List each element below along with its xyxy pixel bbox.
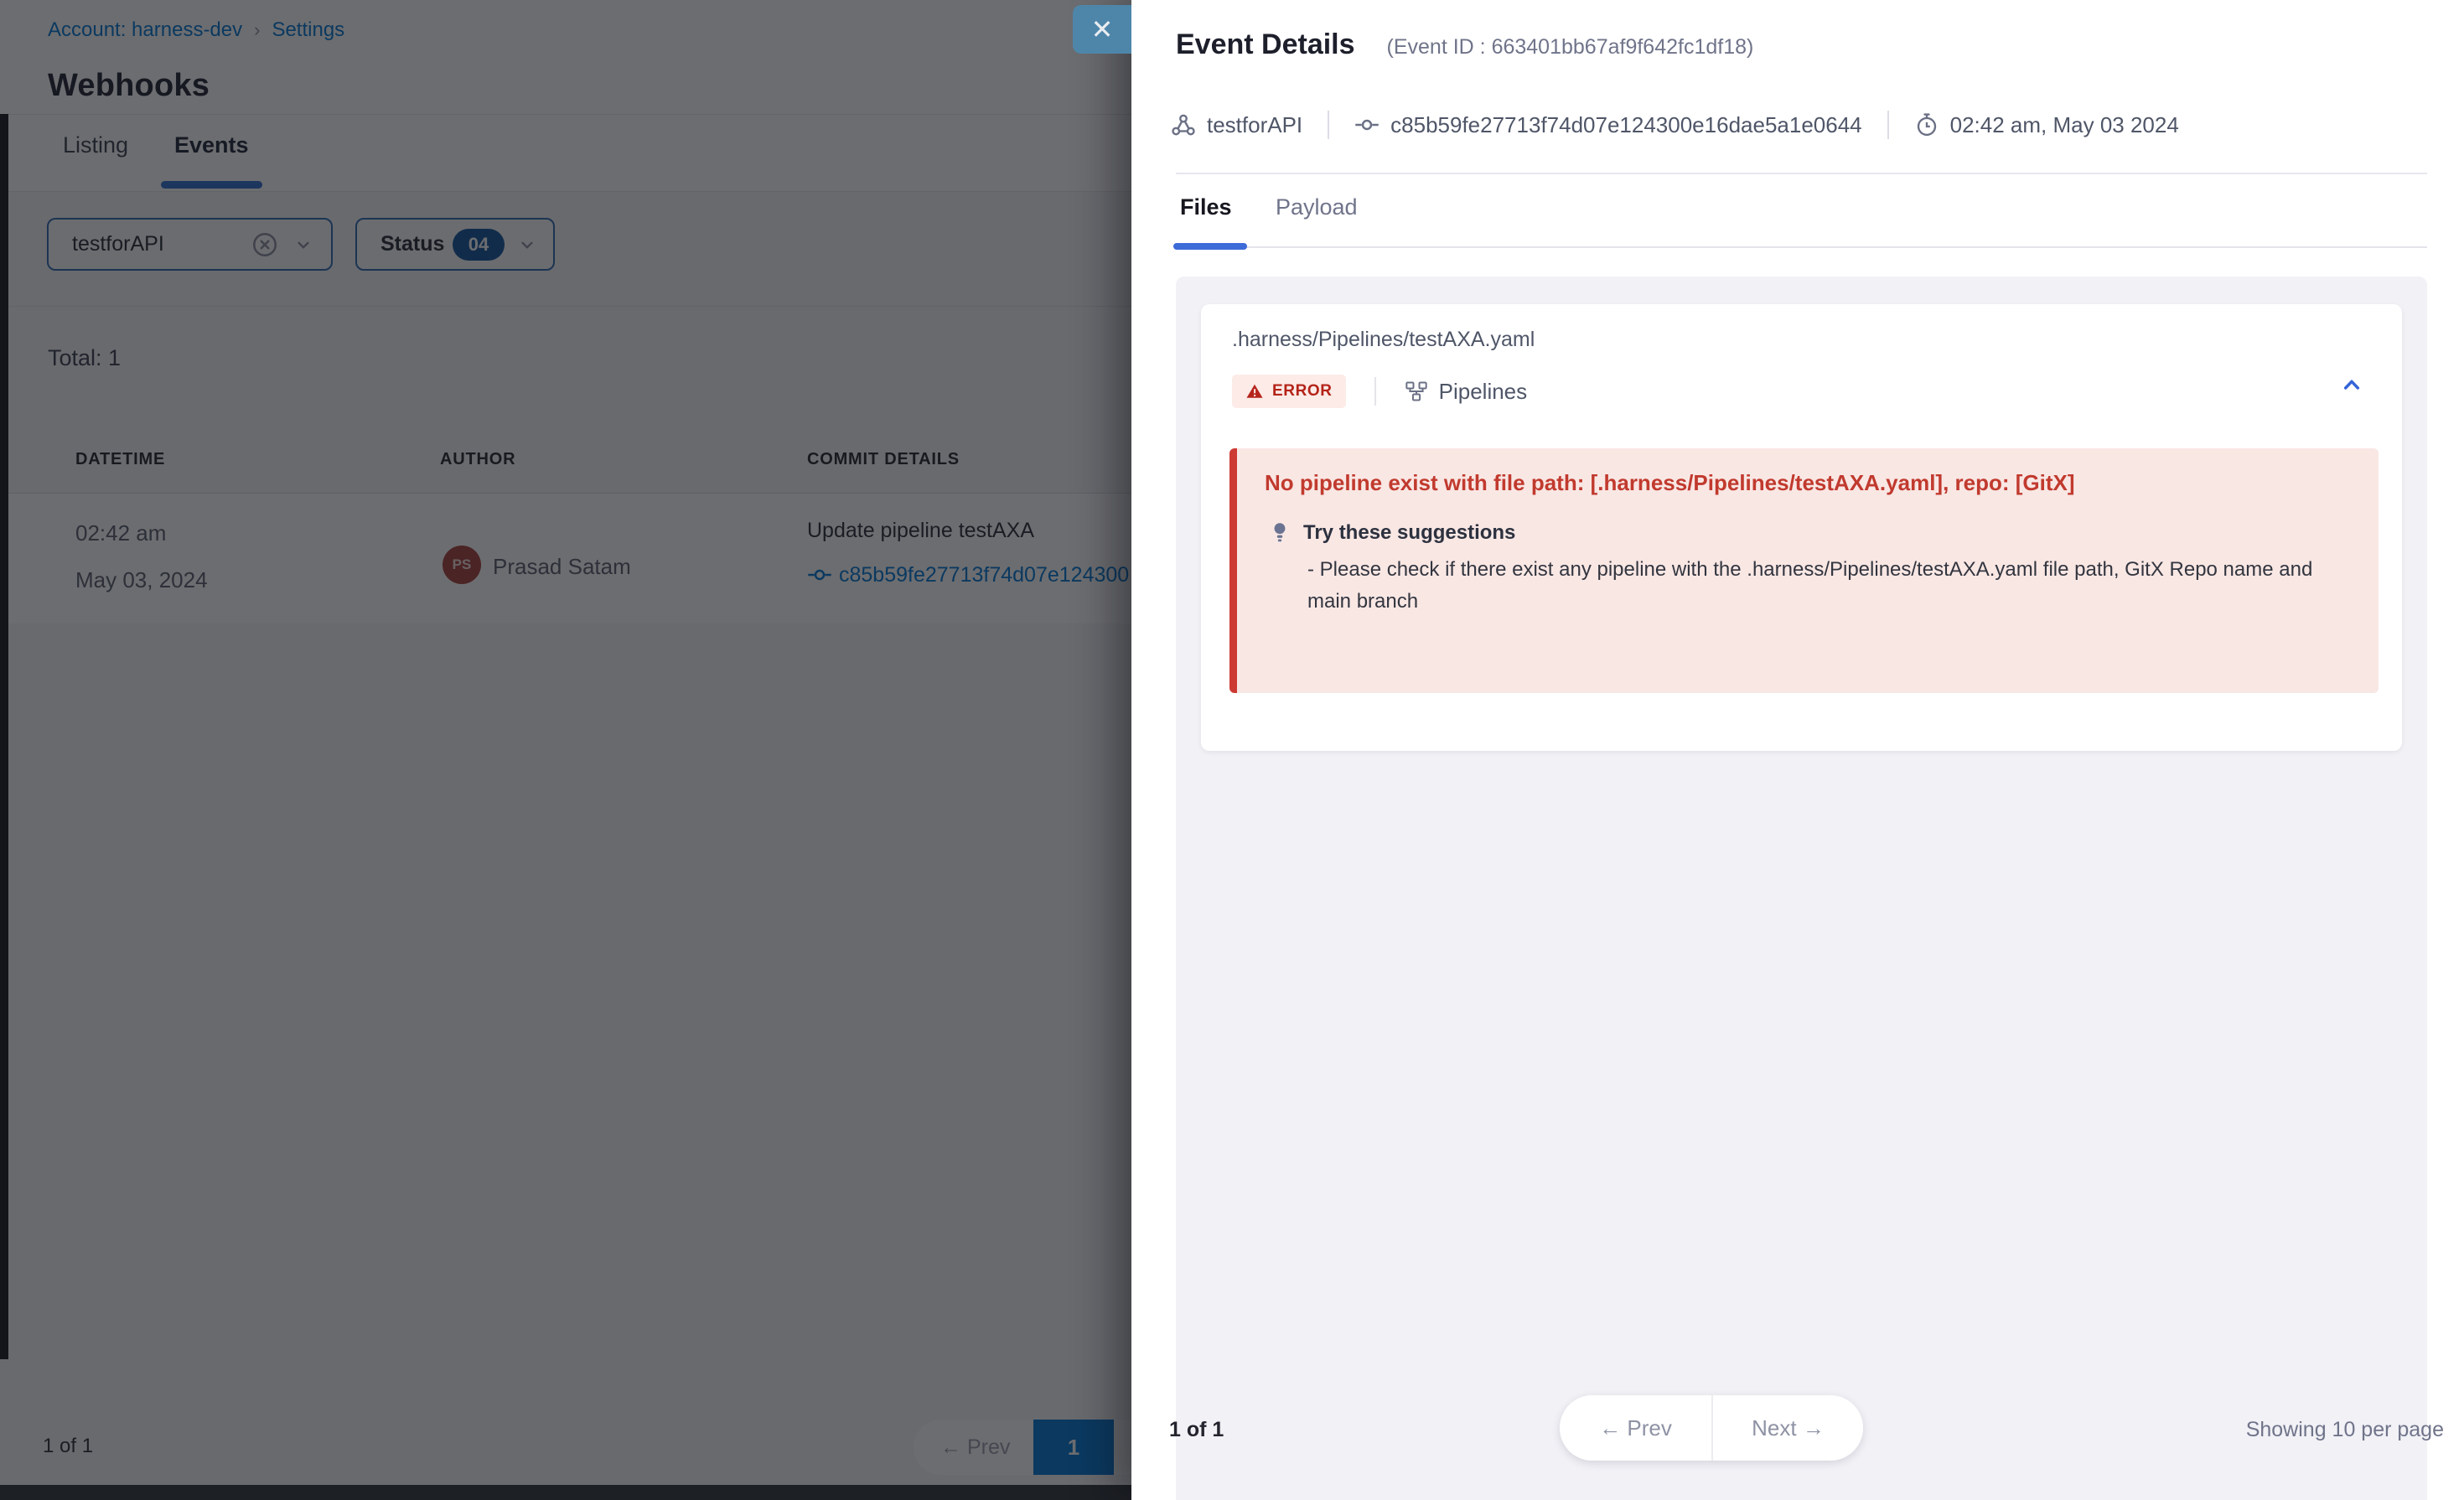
- drawer-prev-button[interactable]: ← Prev: [1560, 1395, 1711, 1461]
- drawer-backdrop[interactable]: [0, 0, 1131, 1500]
- webhook-name: testforAPI: [1207, 112, 1302, 138]
- entity-info: Pipelines: [1405, 379, 1528, 405]
- drawer-header: Event Details (Event ID : 663401bb67af9f…: [1176, 28, 1753, 61]
- drawer-tabs-divider: [1176, 246, 2427, 248]
- suggestions-header: Try these suggestions: [1269, 520, 1515, 546]
- meta-divider: [1887, 111, 1889, 139]
- file-status-row: ERROR Pipelines: [1232, 375, 1527, 408]
- drawer-page-count: 1 of 1: [1169, 1418, 1224, 1442]
- event-id: (Event ID : 663401bb67af9f642fc1df18): [1387, 35, 1754, 59]
- warning-triangle-icon: [1245, 382, 1264, 401]
- event-commit-hash: c85b59fe27713f74d07e124300e16dae5a1e0644: [1390, 112, 1861, 138]
- collapse-card-button[interactable]: [2335, 368, 2368, 401]
- drawer-pagination-group: ← Prev Next →: [1560, 1395, 1863, 1461]
- chevron-up-icon: [2338, 371, 2365, 398]
- error-status-badge: ERROR: [1232, 375, 1346, 408]
- pipeline-icon: [1405, 380, 1428, 403]
- event-details-drawer: ✕ Event Details (Event ID : 663401bb67af…: [1131, 0, 2464, 1500]
- event-meta-row: testforAPI c85b59fe27713f74d07e124300e16…: [1171, 106, 2179, 144]
- lightbulb-icon: [1269, 520, 1291, 546]
- tab-payload[interactable]: Payload: [1276, 194, 1358, 220]
- entity-label: Pipelines: [1439, 379, 1528, 405]
- webhooks-screen: Account: harness-dev › Settings Webhooks…: [0, 0, 2464, 1500]
- commit-meta: c85b59fe27713f74d07e124300e16dae5a1e0644: [1354, 112, 1861, 138]
- file-path: .harness/Pipelines/testAXA.yaml: [1232, 328, 1535, 352]
- error-status-label: ERROR: [1272, 382, 1333, 401]
- webhook-meta: testforAPI: [1171, 112, 1302, 138]
- clock-icon: [1914, 112, 1939, 137]
- per-page-info: Showing 10 per page: [2246, 1418, 2444, 1442]
- drawer-next-button[interactable]: Next →: [1711, 1395, 1863, 1461]
- tab-files[interactable]: Files: [1180, 194, 1232, 220]
- error-headline: No pipeline exist with file path: [.harn…: [1265, 470, 2075, 496]
- close-drawer-button[interactable]: ✕: [1073, 5, 1131, 54]
- files-panel: .harness/Pipelines/testAXA.yaml ERROR Pi: [1176, 277, 2427, 1500]
- webhook-icon: [1171, 112, 1196, 137]
- timestamp-meta: 02:42 am, May 03 2024: [1914, 112, 2179, 138]
- commit-icon: [1354, 112, 1380, 137]
- tab-files-underline: [1173, 243, 1247, 250]
- close-icon: ✕: [1091, 16, 1114, 43]
- status-divider: [1374, 377, 1376, 406]
- suggestions-title: Try these suggestions: [1303, 521, 1515, 545]
- meta-divider: [1328, 111, 1329, 139]
- error-message-box: No pipeline exist with file path: [.harn…: [1229, 448, 2379, 693]
- drawer-header-divider: [1176, 173, 2427, 174]
- file-card: .harness/Pipelines/testAXA.yaml ERROR Pi: [1201, 304, 2402, 751]
- suggestion-text: - Please check if there exist any pipeli…: [1307, 554, 2347, 618]
- drawer-title: Event Details: [1176, 28, 1355, 61]
- event-timestamp: 02:42 am, May 03 2024: [1950, 112, 2179, 138]
